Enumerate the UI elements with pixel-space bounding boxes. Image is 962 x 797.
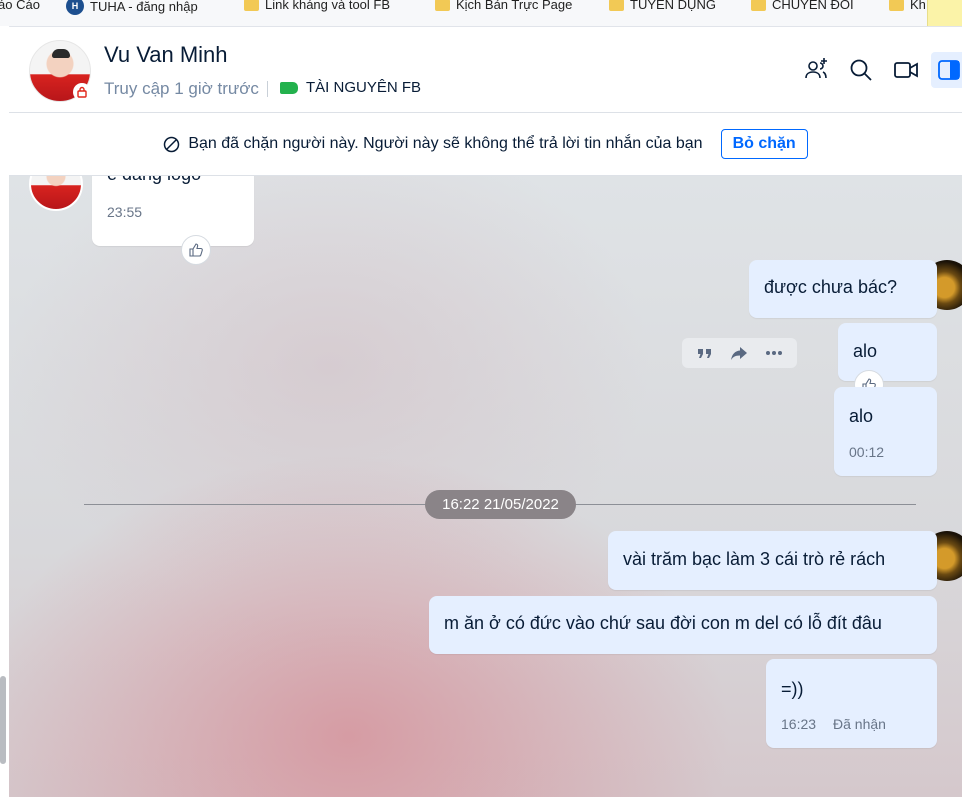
date-divider: 16:22 21/05/2022: [425, 490, 576, 519]
search-button[interactable]: [843, 52, 879, 88]
folder-icon: [889, 0, 904, 11]
bookmark-tuha[interactable]: H TUHA - đăng nhập: [66, 0, 198, 15]
my-message-bubble[interactable]: được chưa bác?: [749, 260, 937, 318]
more-options-icon[interactable]: [764, 343, 784, 363]
add-group-icon: [805, 58, 827, 79]
message-text: e đang logo: [107, 176, 201, 185]
blocked-banner: Bạn đã chặn người này. Người này sẽ khôn…: [9, 113, 962, 176]
message-text: alo: [853, 341, 878, 361]
toggle-info-panel-button[interactable]: [931, 52, 962, 88]
bookmark-label: TUHA - đăng nhập: [90, 0, 198, 14]
bookmark-label: Kịch Bản Trực Page: [456, 0, 573, 12]
like-reaction-button[interactable]: [181, 235, 211, 265]
sticky-note[interactable]: [927, 0, 962, 26]
block-icon: [164, 136, 180, 152]
tag-label: TÀI NGUYÊN FB: [306, 79, 422, 96]
message-time: 00:12: [849, 444, 885, 460]
sender-avatar[interactable]: [29, 176, 83, 211]
folder-icon: [435, 0, 450, 11]
folder-icon: [244, 0, 259, 11]
bookmarks-bar: áo Cáo H TUHA - đăng nhập Link kháng và …: [0, 0, 962, 27]
conversation-header: Vu Van Minh Truy cập 1 giờ trước TÀI NGU…: [9, 27, 962, 113]
message-list[interactable]: e đang logo 23:55 được chưa bác? alo alo…: [9, 176, 962, 797]
bookmark-chuyen-doi[interactable]: CHUYỂN ĐỔI: [751, 0, 854, 12]
unblock-button[interactable]: Bỏ chặn: [720, 129, 808, 159]
contact-name[interactable]: Vu Van Minh: [104, 42, 228, 68]
tuha-logo-icon: H: [66, 0, 84, 15]
message-text: vài trăm bạc làm 3 cái trò rẻ rách: [623, 549, 886, 569]
bookmark-tuyen-dung[interactable]: TUYỂN DỤNG: [609, 0, 716, 12]
add-member-button[interactable]: [798, 52, 834, 88]
sidebar-panel-icon: [938, 60, 960, 80]
message-text: =)): [781, 679, 804, 699]
my-message-bubble[interactable]: alo 00:12: [834, 387, 937, 476]
blocked-message: Bạn đã chặn người này. Người này sẽ khôn…: [188, 135, 703, 152]
bookmark-label: Kh: [910, 0, 926, 12]
contact-tag[interactable]: TÀI NGUYÊN FB: [280, 79, 421, 96]
forward-icon[interactable]: [729, 343, 749, 363]
my-message-bubble[interactable]: m ăn ở có đức vào chứ sau đời con m del …: [429, 596, 937, 654]
tag-icon: [280, 81, 298, 94]
thumbs-up-icon: [189, 243, 203, 257]
message-text: m ăn ở có đức vào chứ sau đời con m del …: [444, 613, 882, 633]
my-message-bubble[interactable]: =)) 16:23 Đã nhận: [766, 659, 937, 748]
bookmark-label: áo Cáo: [0, 0, 40, 12]
my-message-bubble[interactable]: alo: [838, 323, 937, 381]
message-actions-toolbar: [682, 338, 797, 368]
header-separator: [267, 81, 268, 97]
message-text: alo: [849, 406, 874, 426]
message-bubble[interactable]: e đang logo 23:55: [92, 176, 254, 246]
video-camera-icon: [894, 62, 918, 78]
quote-icon[interactable]: [695, 343, 715, 363]
folder-icon: [609, 0, 624, 11]
delivery-status: Đã nhận: [833, 716, 886, 732]
bookmark-bao-cao[interactable]: áo Cáo: [0, 0, 40, 12]
bookmark-label: Link kháng và tool FB: [265, 0, 391, 12]
message-time: 23:55: [107, 204, 143, 220]
bookmark-label: TUYỂN DỤNG: [630, 0, 716, 12]
bookmark-kich-ban[interactable]: Kịch Bản Trực Page: [435, 0, 572, 12]
scrollbar-thumb[interactable]: [0, 676, 6, 764]
folder-icon: [751, 0, 766, 11]
lock-icon: [73, 83, 91, 101]
message-time: 16:23: [781, 716, 817, 732]
search-icon: [850, 59, 872, 81]
bookmark-kh[interactable]: Kh: [889, 0, 926, 12]
video-call-button[interactable]: [888, 52, 924, 88]
bookmark-label: CHUYỂN ĐỔI: [772, 0, 854, 12]
bookmark-link-khang[interactable]: Link kháng và tool FB: [244, 0, 390, 12]
last-seen-status: Truy cập 1 giờ trước: [104, 79, 259, 98]
message-text: được chưa bác?: [764, 277, 897, 297]
my-message-bubble[interactable]: vài trăm bạc làm 3 cái trò rẻ rách: [608, 531, 937, 590]
